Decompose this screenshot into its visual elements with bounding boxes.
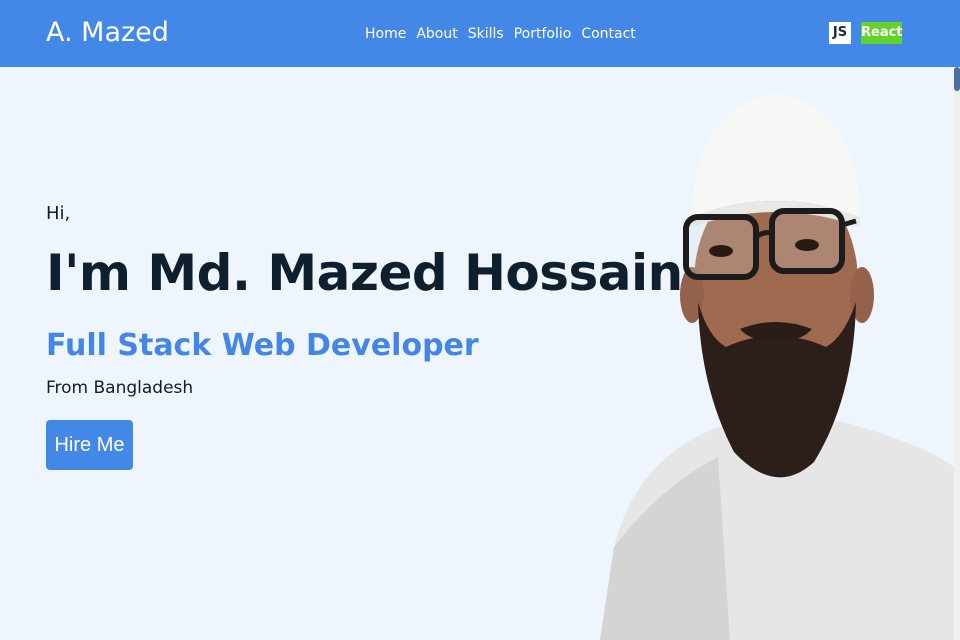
hero-greeting: Hi, (46, 203, 71, 224)
nav-links: Home About Skills Portfolio Contact (365, 24, 636, 44)
portrait-eye-right (795, 239, 819, 251)
nav-link-skills[interactable]: Skills (468, 24, 504, 44)
hero-origin: From Bangladesh (46, 378, 194, 398)
profile-photo (600, 93, 954, 640)
nav-link-about[interactable]: About (416, 24, 457, 44)
navbar: A. Mazed Home About Skills Portfolio Con… (0, 0, 960, 67)
scrollbar-track[interactable] (954, 67, 960, 640)
nav-link-home[interactable]: Home (365, 24, 406, 44)
nav-link-contact[interactable]: Contact (581, 24, 635, 44)
react-badge: React (861, 22, 903, 44)
nav-link-portfolio[interactable]: Portfolio (514, 24, 572, 44)
js-badge: JS (829, 22, 851, 44)
portrait-eye-left (709, 245, 733, 257)
scrollbar-thumb[interactable] (954, 67, 960, 91)
hero-role: Full Stack Web Developer (46, 328, 479, 363)
brand-logo[interactable]: A. Mazed (46, 16, 169, 50)
portrait-cap (692, 93, 860, 217)
hire-me-button[interactable]: Hire Me (46, 420, 133, 470)
hero-name: I'm Md. Mazed Hossain (46, 244, 683, 302)
